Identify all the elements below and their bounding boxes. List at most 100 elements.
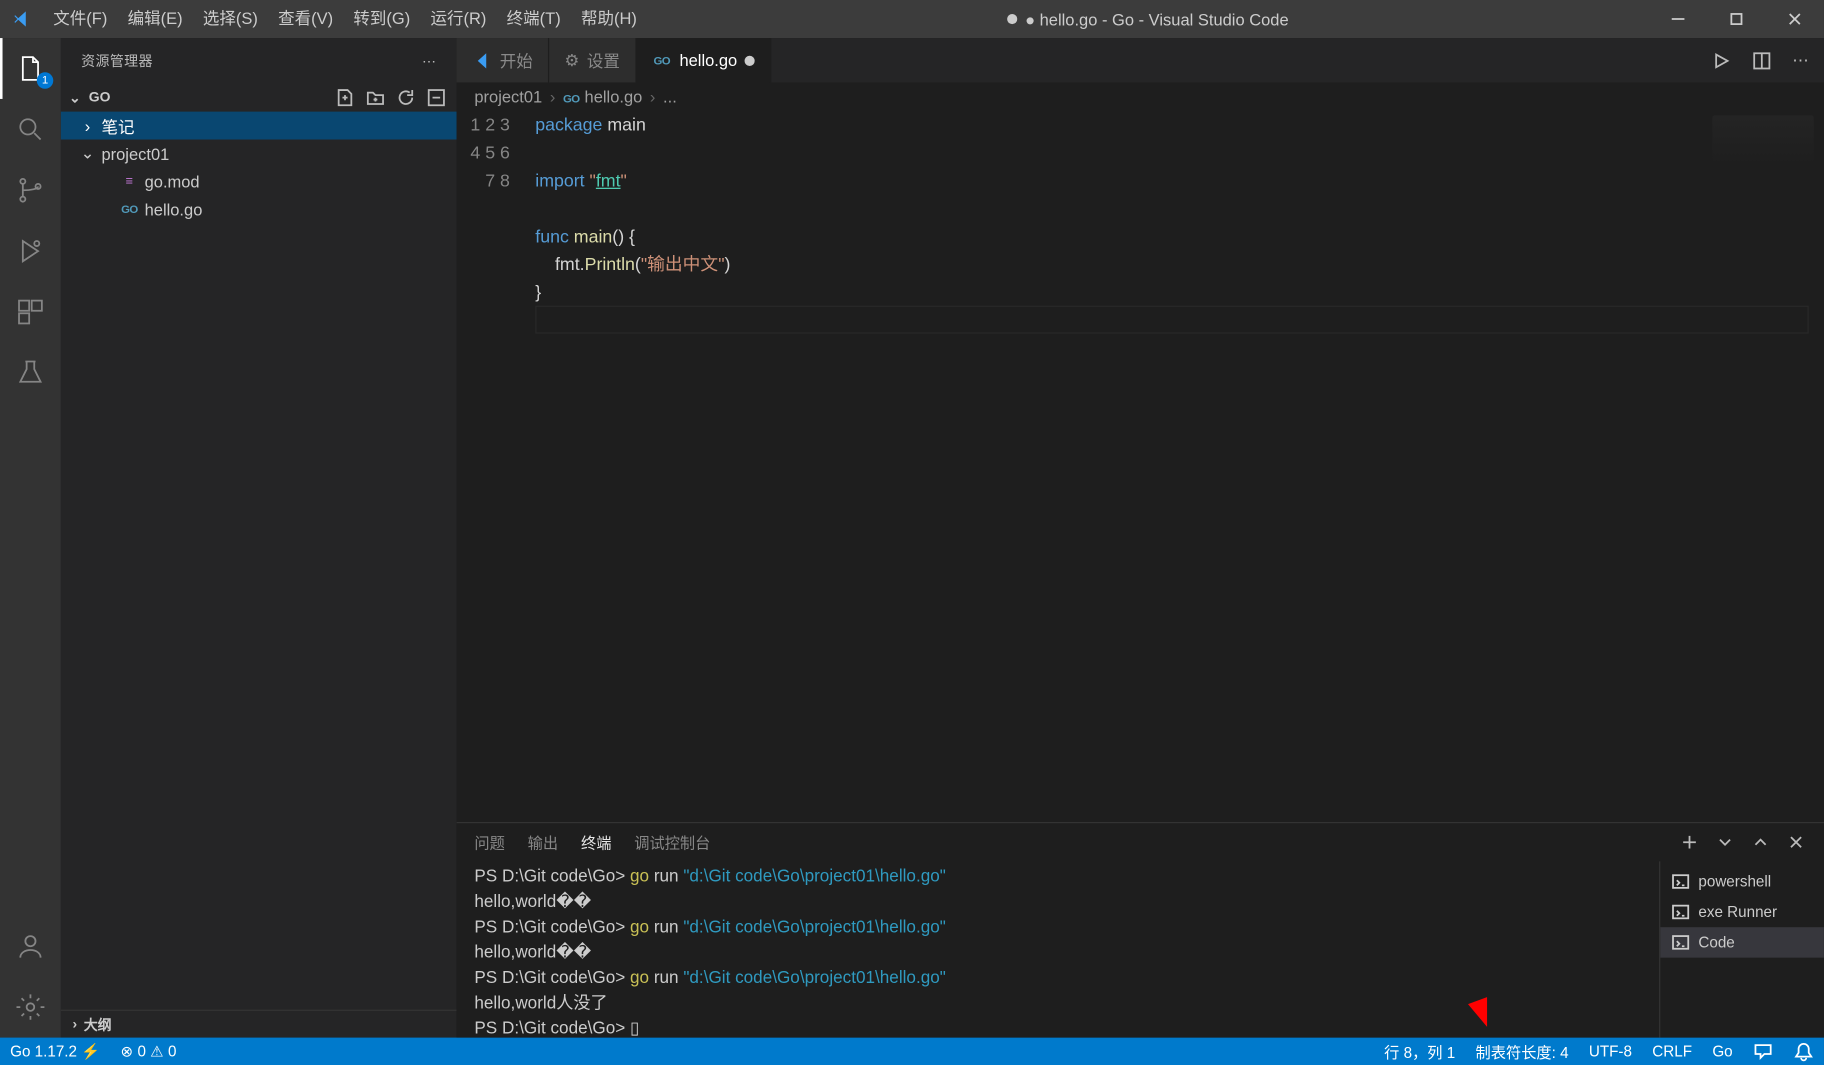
activity-explorer[interactable]: 1	[0, 38, 61, 99]
sidebar-more-icon[interactable]: ⋯	[422, 53, 436, 69]
status-item[interactable]: Go 1.17.2 ⚡	[0, 1038, 110, 1065]
menu-item[interactable]: 帮助(H)	[571, 0, 647, 38]
chevron-down-icon: ⌄	[66, 89, 84, 105]
tab-label: 设置	[587, 48, 620, 72]
more-actions-icon[interactable]: ⋯	[1792, 50, 1808, 70]
menu-item[interactable]: 文件(F)	[43, 0, 117, 38]
folder-toolbar	[335, 88, 457, 108]
new-file-icon[interactable]	[335, 88, 355, 108]
bell-icon[interactable]	[1783, 1038, 1824, 1065]
panel-tab[interactable]: 问题	[474, 831, 504, 853]
maximize-button[interactable]	[1707, 0, 1765, 38]
new-folder-icon[interactable]	[365, 88, 385, 108]
activity-account[interactable]	[0, 916, 61, 977]
maximize-panel-icon[interactable]	[1750, 832, 1770, 852]
panel-tab[interactable]: 调试控制台	[634, 831, 710, 853]
tree-file[interactable]: ≡go.mod	[61, 167, 457, 195]
extensions-icon	[15, 297, 45, 327]
close-panel-icon[interactable]	[1786, 832, 1806, 852]
line-gutter: 1 2 3 4 5 6 7 8	[457, 110, 536, 822]
gear-icon	[15, 992, 45, 1022]
window-controls	[1649, 0, 1824, 38]
minimap[interactable]	[1712, 115, 1813, 166]
panel-tab[interactable]: 终端	[581, 831, 611, 853]
menu-item[interactable]: 编辑(E)	[117, 0, 192, 38]
tree-folder[interactable]: ›笔记	[61, 112, 457, 140]
split-editor-icon[interactable]	[1752, 50, 1772, 70]
status-item[interactable]: 制表符长度: 4	[1465, 1038, 1578, 1065]
editor-tab[interactable]: 开始	[457, 38, 550, 82]
feedback-icon[interactable]	[1743, 1038, 1784, 1065]
folder-header[interactable]: ⌄ GO	[61, 84, 457, 112]
code-editor[interactable]: 1 2 3 4 5 6 7 8 package main import "fmt…	[457, 110, 1824, 822]
title-text: ● hello.go - Go - Visual Studio Code	[1025, 10, 1289, 29]
bottom-panel: 问题 输出 终端 调试控制台 PS D:\Git code\Go> go run "d…	[457, 822, 1824, 1038]
sidebar: 资源管理器 ⋯ ⌄ GO ›笔记⌄project01≡go.modGOhello…	[61, 38, 457, 1037]
editor-actions: ⋯	[1711, 38, 1824, 82]
dirty-dot-icon	[745, 55, 755, 65]
activity-testing[interactable]	[0, 342, 61, 403]
breadcrumb-item[interactable]: ...	[663, 87, 677, 106]
breadcrumb-item[interactable]: project01	[474, 87, 542, 106]
terminal-list-item[interactable]: exe Runner	[1660, 897, 1824, 927]
sidebar-title-label: 资源管理器	[81, 51, 153, 71]
menu-item[interactable]: 查看(V)	[268, 0, 343, 38]
titlebar: 文件(F)编辑(E)选择(S)查看(V)转到(G)运行(R)终端(T)帮助(H)…	[0, 0, 1824, 38]
code-content[interactable]: package main import "fmt" func main() { …	[535, 110, 1824, 822]
panel-toolbar	[1679, 832, 1806, 852]
file-tree: ›笔记⌄project01≡go.modGOhello.go	[61, 112, 457, 224]
terminal-dropdown-icon[interactable]	[1715, 832, 1735, 852]
sidebar-title: 资源管理器 ⋯	[61, 38, 457, 84]
activity-extensions[interactable]	[0, 282, 61, 343]
minimize-button[interactable]	[1649, 0, 1707, 38]
statusbar: Go 1.17.2 ⚡⊗ 0 ⚠ 0 行 8，列 1制表符长度: 4UTF-8C…	[0, 1038, 1824, 1065]
close-button[interactable]	[1766, 0, 1824, 38]
breadcrumbs[interactable]: project01›GOhello.go›...	[457, 82, 1824, 110]
activity-settings[interactable]	[0, 977, 61, 1038]
status-item[interactable]: ⊗ 0 ⚠ 0	[110, 1038, 186, 1065]
activity-search[interactable]	[0, 99, 61, 160]
status-item[interactable]: UTF-8	[1579, 1038, 1642, 1065]
menu-item[interactable]: 选择(S)	[193, 0, 268, 38]
tree-file[interactable]: GOhello.go	[61, 195, 457, 223]
branch-icon	[15, 175, 45, 205]
menu-item[interactable]: 终端(T)	[497, 0, 571, 38]
terminal-output[interactable]: PS D:\Git code\Go> go run "d:\Git code\G…	[457, 861, 1659, 1037]
terminal-name: Code	[1698, 934, 1734, 952]
activity-scm[interactable]	[0, 160, 61, 221]
new-terminal-icon[interactable]	[1679, 832, 1699, 852]
terminal-list-item[interactable]: powershell	[1660, 866, 1824, 896]
tree-label: project01	[101, 144, 169, 163]
tree-folder[interactable]: ⌄project01	[61, 140, 457, 168]
outline-section[interactable]: › 大纲	[61, 1010, 457, 1038]
chevron-right-icon: ›	[79, 116, 97, 135]
search-icon	[15, 114, 45, 144]
status-item[interactable]: CRLF	[1642, 1038, 1702, 1065]
account-icon	[15, 931, 45, 961]
activity-run[interactable]	[0, 221, 61, 282]
activitybar: 1	[0, 38, 61, 1037]
menu-item[interactable]: 转到(G)	[343, 0, 420, 38]
tab-label: hello.go	[679, 51, 737, 70]
editor-tab[interactable]: GOhello.go	[636, 38, 771, 82]
collapse-icon[interactable]	[426, 88, 446, 108]
breadcrumb-item[interactable]: GOhello.go	[563, 87, 642, 106]
run-icon[interactable]	[1711, 50, 1731, 70]
explorer-badge: 1	[37, 72, 54, 88]
chevron-down-icon: ⌄	[79, 143, 97, 163]
dirty-dot-icon	[1007, 14, 1017, 24]
menu-item[interactable]: 运行(R)	[420, 0, 496, 38]
editor-tab[interactable]: ⚙设置	[549, 38, 636, 82]
status-item[interactable]: 行 8，列 1	[1374, 1038, 1465, 1065]
window-title: ● hello.go - Go - Visual Studio Code	[647, 10, 1649, 29]
terminal-icon	[1670, 932, 1690, 952]
editor-tabs: 开始 ⚙设置GOhello.go ⋯	[457, 38, 1824, 82]
refresh-icon[interactable]	[396, 88, 416, 108]
tab-label: 开始	[500, 48, 533, 72]
terminal-list-item[interactable]: Code	[1660, 927, 1824, 957]
panel-tab[interactable]: 输出	[528, 831, 558, 853]
terminal-name: powershell	[1698, 873, 1771, 891]
chevron-right-icon: ›	[650, 87, 656, 106]
status-item[interactable]: Go	[1702, 1038, 1743, 1065]
editor-area: 开始⚙设置GOhello.go ⋯ project01›GOhello.go›.…	[457, 38, 1824, 1037]
